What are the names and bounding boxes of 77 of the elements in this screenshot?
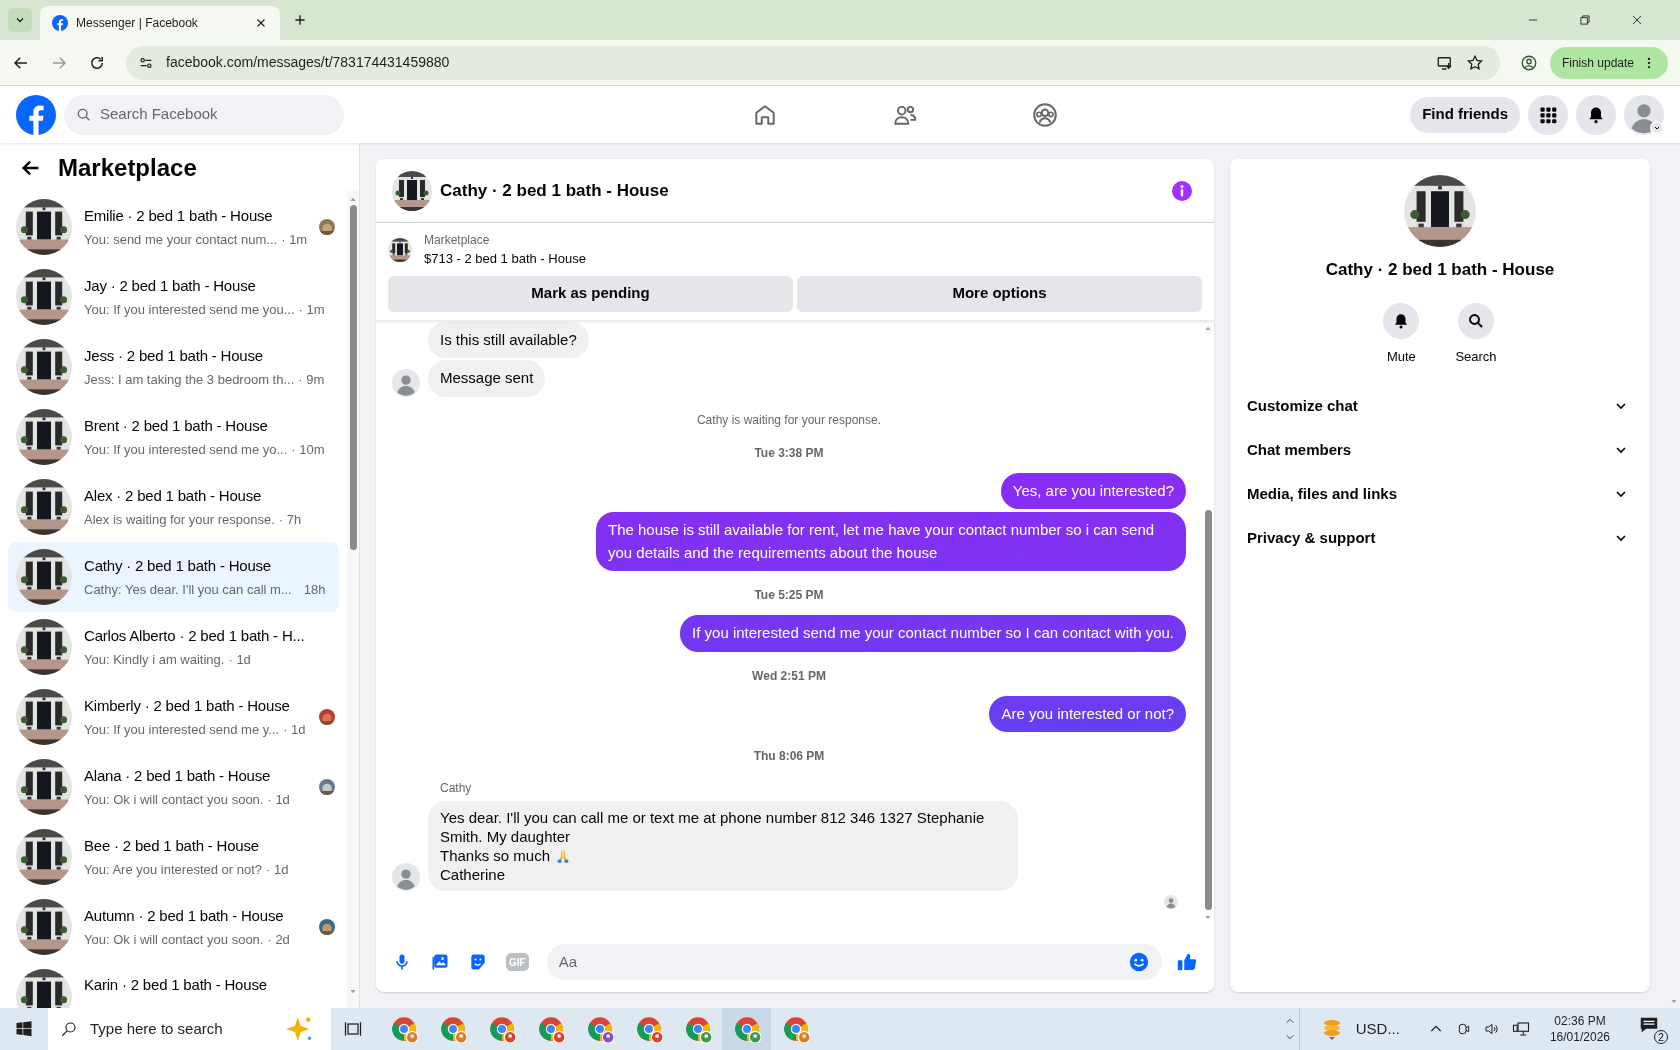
message-preview: You: Kindly i am waiting.	[84, 650, 225, 669]
search-field[interactable]: Search Facebook	[64, 94, 344, 135]
timestamp: Wed 2:51 PM	[752, 667, 826, 685]
conversation-name: Jay · 2 bed 1 bath - House	[84, 276, 256, 296]
notifications-button[interactable]: 2	[1638, 1014, 1668, 1044]
conversation-name: Karin · 2 bed 1 bath - House	[84, 975, 267, 995]
message-time: · 9m	[298, 370, 325, 389]
message-time: · 2d	[267, 930, 290, 949]
contact-name: Cathy · 2 bed 1 bath - House	[1325, 259, 1555, 281]
message-time: · 1m	[281, 230, 308, 249]
message-time: 18h	[303, 580, 326, 599]
message-input[interactable]: Aa	[558, 950, 1128, 974]
conversation-name: Autumn · 2 bed 1 bath - House	[84, 906, 284, 926]
listing-title: $713 - 2 bed 1 bath - House	[424, 250, 586, 268]
listing-action-button[interactable]: More options	[797, 275, 1202, 312]
update-button[interactable]: Finish update	[1549, 46, 1668, 79]
message-time: · 1d	[283, 720, 306, 739]
message-preview: Cathy: Yes dear. I'll you can call m...	[84, 580, 292, 599]
status-note: Cathy is waiting for your response.	[696, 411, 882, 429]
conversation-name: Cathy · 2 bed 1 bath - House	[84, 556, 271, 576]
message-bubble: Yes, are you interested?	[1000, 472, 1186, 509]
message-bubble: The house is still available for rent, let me have your contact number so i can send you details and the requirements about the house	[596, 512, 1186, 571]
address-bar[interactable]: facebook.com/messages/t/783174431459880	[126, 45, 1500, 80]
message-time: · 1d	[228, 650, 251, 669]
message-preview: You: If you interested send me you...	[84, 300, 295, 319]
message-bubble: Are you interested or not?	[989, 695, 1186, 732]
tab-title: Messenger | Facebook	[76, 15, 199, 32]
message-preview: You: If you interested send me yo...	[84, 440, 288, 459]
message-time: · 10m	[291, 440, 325, 459]
taskbar-search-box[interactable]: Type here to search	[48, 1008, 331, 1050]
conversation-name: Carlos Alberto · 2 bed 1 bath - H...	[84, 626, 305, 646]
message-bubble: If you interested send me your contact number so I can contact with you.	[680, 615, 1186, 652]
conversation-name: Brent · 2 bed 1 bath - House	[84, 416, 268, 436]
message-preview: You: If you interested send me y...	[84, 720, 280, 739]
search-input[interactable]: Search Facebook	[100, 103, 332, 126]
message-time: · 1d	[267, 790, 290, 809]
message-preview: You: send me your contact num...	[84, 230, 278, 249]
sender-name: Cathy	[440, 780, 473, 797]
message-time: · 7h	[278, 510, 302, 529]
message-field[interactable]: Aa	[546, 944, 1162, 980]
clock[interactable]: 02:36 PM 16/01/2026	[1549, 1013, 1610, 1045]
conversation-name: Jess · 2 bed 1 bath - House	[84, 346, 263, 366]
listing-action-button[interactable]: Mark as pending	[388, 275, 793, 312]
conversation-name: Alex · 2 bed 1 bath - House	[84, 486, 262, 506]
message-preview: You: Ok i will contact you soon.	[84, 930, 264, 949]
conversation-item[interactable]: Cathy · 2 bed 1 bath - House Cathy: Yes dear. I'll you can call m... 18h	[8, 542, 339, 612]
conversation-name: Alana · 2 bed 1 bath - House	[84, 766, 271, 786]
browser-tab[interactable]: Messenger | Facebook	[40, 6, 280, 40]
details-section[interactable]: Privacy & support	[1246, 516, 1634, 560]
message-preview: You: Are you interested or not?	[84, 860, 263, 879]
details-section[interactable]: Chat members	[1246, 428, 1634, 472]
details-section[interactable]: Customize chat	[1246, 384, 1634, 428]
listing-label: Marketplace	[424, 232, 491, 249]
tray-app-label: USD...	[1355, 1018, 1400, 1039]
timestamp: Tue 5:25 PM	[754, 587, 824, 604]
timestamp: Thu 8:06 PM	[753, 748, 825, 765]
message-preview: You: Ok i will contact you soon.	[84, 790, 264, 809]
taskbar-search-field[interactable]: Type here to search	[90, 1017, 267, 1041]
message-time: · 1m	[298, 300, 325, 319]
action-label: Search	[1455, 347, 1497, 366]
find-friends-button[interactable]: Find friends	[1410, 96, 1520, 133]
sidebar-title: Marketplace	[58, 153, 197, 183]
notification-count: 2	[1654, 1030, 1668, 1044]
timestamp: Tue 3:38 PM	[754, 444, 824, 462]
url-text: facebook.com/messages/t/783174431459880	[166, 53, 451, 72]
message-bubble: Yes dear. I'll you can call me or text me at phone number 812 346 1327 Stephanie Smith. My daughter Thanks so much Catherine	[428, 801, 1018, 891]
message-bubble: Is this still available?	[428, 321, 589, 358]
details-section[interactable]: Media, files and links	[1246, 472, 1634, 516]
action-label: Mute	[1386, 347, 1416, 366]
conversation-name: Bee · 2 bed 1 bath - House	[84, 836, 259, 856]
conversation-name: Emilie · 2 bed 1 bath - House	[84, 206, 273, 226]
message-bubble: Message sent	[428, 360, 546, 397]
message-time: · 1d	[266, 860, 289, 879]
message-preview: Jess: I am taking the 3 bedroom th...	[84, 370, 295, 389]
message-preview: Alex is waiting for your response.	[84, 510, 275, 529]
conversation-name: Kimberly · 2 bed 1 bath - House	[84, 696, 290, 716]
chat-title: Cathy · 2 bed 1 bath - House	[440, 179, 670, 202]
